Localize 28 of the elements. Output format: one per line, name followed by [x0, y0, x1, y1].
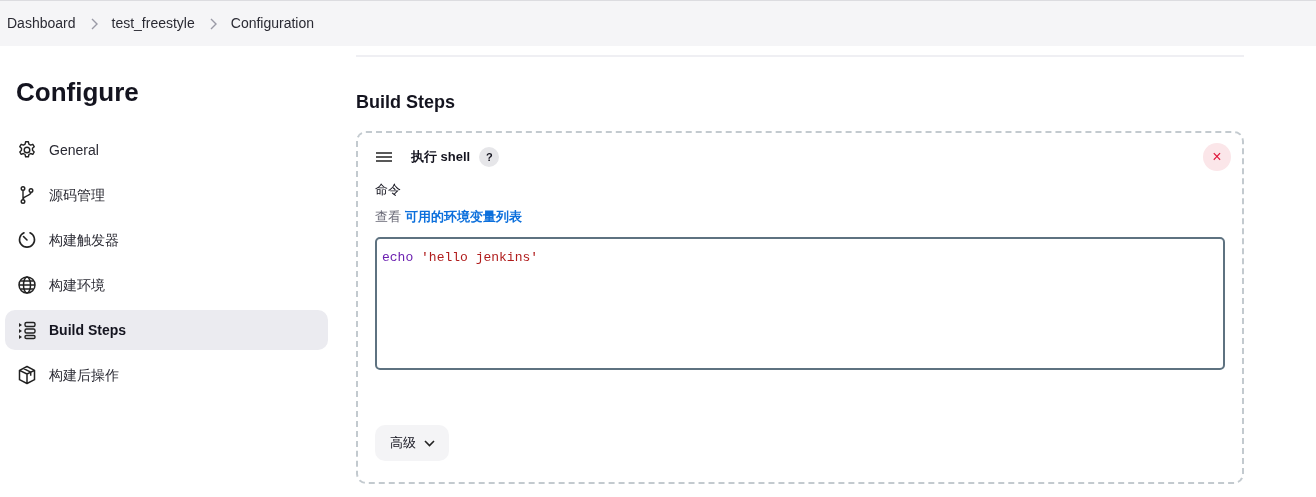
help-button[interactable]: ?	[479, 147, 500, 167]
sidebar-item[interactable]: 源码管理	[5, 175, 328, 215]
chevron-right-icon	[89, 17, 98, 30]
delete-button[interactable]: ×	[1203, 143, 1231, 171]
env-vars-link[interactable]: 可用的环境变量列表	[405, 206, 522, 226]
hint-text: 查看	[375, 207, 401, 226]
advanced-button[interactable]: 高级	[375, 425, 449, 461]
timer-icon	[17, 230, 37, 250]
field-label: 命令	[375, 181, 402, 199]
sidebar-item[interactable]: 构建触发器	[5, 220, 328, 260]
section-heading: Build Steps	[356, 91, 456, 114]
step-title: 执行 shell	[411, 148, 471, 167]
breadcrumb-link[interactable]: Configuration	[230, 13, 315, 34]
box-icon	[17, 365, 37, 385]
code-editor[interactable]: echo 'hello jenkins'	[375, 237, 1225, 370]
page-title: Configure	[16, 76, 140, 109]
breadcrumb-link[interactable]: test_freestyle	[111, 13, 195, 34]
sidebar-item[interactable]: 构建后操作	[5, 355, 328, 395]
sidebar-item[interactable]: General	[5, 130, 328, 170]
drag-handle-icon[interactable]	[376, 151, 392, 163]
sidebar-item[interactable]: 构建环境	[5, 265, 328, 305]
list-icon	[17, 320, 37, 340]
chevron-down-icon	[423, 439, 435, 447]
breadcrumb-link[interactable]: Dashboard	[7, 13, 76, 34]
sidebar-item[interactable]: Build Steps	[5, 310, 328, 350]
globe-icon	[17, 275, 37, 295]
gear-icon	[17, 140, 37, 160]
chevron-right-icon	[208, 17, 217, 30]
